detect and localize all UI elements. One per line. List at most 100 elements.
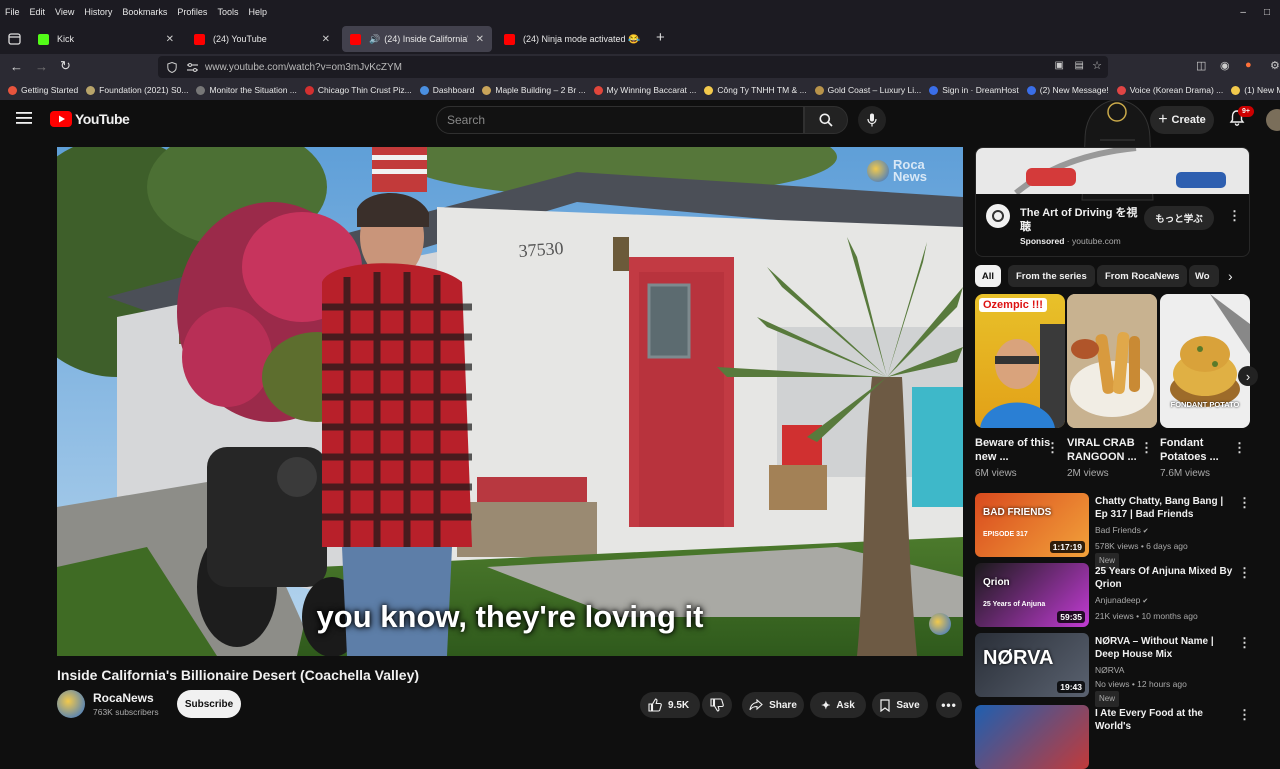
video-more-icon[interactable]: ⋮	[1238, 495, 1251, 511]
youtube-logo[interactable]: YouTube	[50, 111, 130, 127]
more-actions-button[interactable]: •••	[936, 692, 962, 718]
maximize-icon[interactable]: □	[1264, 7, 1270, 18]
tab-current-video[interactable]: 🔊 (24) Inside California's Billio ✕	[342, 26, 492, 52]
bookmark-item[interactable]: Dashboard	[419, 85, 474, 95]
notification-count-badge: 9+	[1238, 106, 1254, 117]
tab-ninja[interactable]: (24) Ninja mode activated 😂😂	[496, 26, 648, 52]
video-channel[interactable]: Bad Friends ✔	[1095, 523, 1188, 539]
video-title-link[interactable]: 25 Years Of Anjuna Mixed By Qrion	[1095, 565, 1235, 591]
tab-list-icon[interactable]	[6, 31, 22, 47]
menu-history[interactable]: History	[79, 7, 117, 17]
forward-icon[interactable]: →	[35, 59, 48, 74]
create-button[interactable]: + Create	[1150, 106, 1214, 134]
menu-tools[interactable]: Tools	[212, 7, 243, 17]
bookmark-item[interactable]: Maple Building – 2 Br ...	[482, 85, 586, 95]
reload-icon[interactable]: ↻	[60, 58, 71, 74]
close-tab-icon[interactable]: ✕	[322, 34, 330, 45]
reader-view-icon[interactable]: ▤	[1075, 60, 1084, 71]
site-permissions-icon[interactable]	[183, 62, 201, 72]
video-title-link[interactable]: I Ate Every Food at the World's	[1095, 707, 1235, 733]
menu-help[interactable]: Help	[243, 7, 272, 17]
short-title[interactable]: VIRAL CRAB RANGOON ...	[1067, 436, 1143, 464]
bookmark-item[interactable]: Sign in · DreamHost	[929, 85, 1019, 95]
save-button[interactable]: Save	[872, 692, 928, 718]
bookmark-item[interactable]: Monitor the Situation ...	[196, 85, 297, 95]
extensions-icon[interactable]: ⚙	[1270, 59, 1280, 72]
tab-kick[interactable]: Kick ✕	[30, 26, 182, 52]
search-input[interactable]: Search	[436, 106, 804, 134]
video-more-icon[interactable]: ⋮	[1238, 707, 1251, 723]
video-more-icon[interactable]: ⋮	[1238, 565, 1251, 581]
bookmark-item[interactable]: Chicago Thin Crust Piz...	[304, 85, 412, 95]
short-title[interactable]: Fondant Potatoes ...	[1160, 436, 1236, 464]
bookmark-item[interactable]: (2) New Message!	[1026, 85, 1109, 95]
notifications-button[interactable]: 9+	[1228, 106, 1254, 131]
short-more-icon[interactable]: ⋮	[1046, 440, 1059, 456]
tab-youtube[interactable]: (24) YouTube ✕	[186, 26, 338, 52]
channel-avatar[interactable]	[57, 690, 85, 718]
bookmark-item[interactable]: My Winning Baccarat ...	[593, 85, 696, 95]
channel-branding-icon[interactable]	[929, 613, 951, 635]
video-thumbnail[interactable]: Qrion 25 Years of Anjuna 59:35	[975, 563, 1089, 627]
bookmark-item[interactable]: Voice (Korean Drama) ...	[1116, 85, 1223, 95]
chip-more[interactable]: Wo	[1189, 265, 1219, 287]
like-button[interactable]: 9.5K	[640, 692, 700, 718]
ad-more-icon[interactable]: ⋮	[1228, 208, 1241, 224]
video-channel[interactable]: Anjunadeep ✔	[1095, 593, 1198, 609]
dislike-button[interactable]	[702, 692, 732, 718]
video-title-link[interactable]: NØRVA – Without Name | Deep House Mix	[1095, 635, 1235, 661]
hamburger-menu-icon[interactable]	[16, 111, 32, 130]
short-thumbnail[interactable]: Ozempic !!!	[975, 294, 1065, 428]
picture-in-picture-icon[interactable]: ▣	[1055, 60, 1064, 71]
subscribe-button[interactable]: Subscribe	[177, 690, 241, 718]
close-tab-icon[interactable]: ✕	[166, 34, 174, 45]
account-icon[interactable]: ◉	[1220, 59, 1230, 72]
bookmark-item[interactable]: Gold Coast – Luxury Li...	[814, 85, 921, 95]
close-tab-icon[interactable]: ✕	[476, 34, 484, 45]
ad-cta-button[interactable]: もっと学ぶ	[1144, 206, 1214, 230]
share-button[interactable]: Share	[742, 692, 804, 718]
sidebar-icon[interactable]: ◫	[1196, 59, 1206, 72]
ask-button[interactable]: ✦ Ask	[810, 692, 866, 718]
video-player[interactable]: 37530 Roca News you know, they're loving…	[57, 147, 963, 656]
menu-edit[interactable]: Edit	[25, 7, 51, 17]
video-thumbnail[interactable]: BAD FRIENDS EPISODE 317 1:17:19	[975, 493, 1089, 557]
video-channel[interactable]: NØRVA	[1095, 663, 1187, 677]
chips-next-icon[interactable]: ›	[1228, 268, 1233, 284]
bookmark-item[interactable]: Getting Started	[8, 85, 78, 95]
shorts-next-icon[interactable]: ›	[1238, 366, 1258, 386]
chip-all[interactable]: All	[975, 265, 1001, 287]
ad-title[interactable]: The Art of Driving を視聴	[1020, 206, 1148, 234]
menu-profiles[interactable]: Profiles	[172, 7, 212, 17]
bookmark-star-icon[interactable]: ☆	[1092, 59, 1102, 72]
back-icon[interactable]: ←	[10, 59, 23, 74]
search-button[interactable]	[804, 106, 848, 134]
short-more-icon[interactable]: ⋮	[1140, 440, 1153, 456]
short-title[interactable]: Beware of this new ...	[975, 436, 1051, 464]
new-tab-button[interactable]: +	[656, 29, 665, 46]
video-title-link[interactable]: Chatty Chatty, Bang Bang | Ep 317 | Bad …	[1095, 495, 1235, 521]
video-thumbnail[interactable]: NØRVA 19:43	[975, 633, 1089, 697]
bookmark-item[interactable]: Công Ty TNHH TM & ...	[704, 85, 807, 95]
voice-search-button[interactable]	[858, 106, 886, 134]
bookmark-item[interactable]: (1) New Messag	[1231, 85, 1280, 95]
channel-name[interactable]: RocaNews	[93, 691, 154, 705]
short-thumbnail[interactable]	[1067, 294, 1157, 428]
video-thumbnail[interactable]	[975, 705, 1089, 769]
short-more-icon[interactable]: ⋮	[1233, 440, 1246, 456]
menu-bookmarks[interactable]: Bookmarks	[117, 7, 172, 17]
shield-icon[interactable]	[161, 61, 183, 73]
avatar[interactable]	[1266, 109, 1280, 131]
firefox-extension-icon[interactable]: ●	[1245, 59, 1252, 71]
bookmark-item[interactable]: Foundation (2021) S0...	[86, 85, 188, 95]
minimize-icon[interactable]: –	[1240, 7, 1246, 18]
menu-file[interactable]: File	[0, 7, 25, 17]
sponsored-ad[interactable]: The Art of Driving を視聴 Sponsored · youtu…	[975, 147, 1250, 257]
address-bar[interactable]: www.youtube.com/watch?v=om3mJvKcZYM ▣ ▤ …	[158, 56, 1108, 78]
menu-view[interactable]: View	[50, 7, 79, 17]
speaker-icon[interactable]: 🔊	[369, 34, 380, 45]
chip-from-series[interactable]: From the series	[1008, 265, 1095, 287]
video-more-icon[interactable]: ⋮	[1238, 635, 1251, 651]
short-thumbnail[interactable]: FONDANT POTATO	[1160, 294, 1250, 428]
chip-from-rocanews[interactable]: From RocaNews	[1097, 265, 1188, 287]
